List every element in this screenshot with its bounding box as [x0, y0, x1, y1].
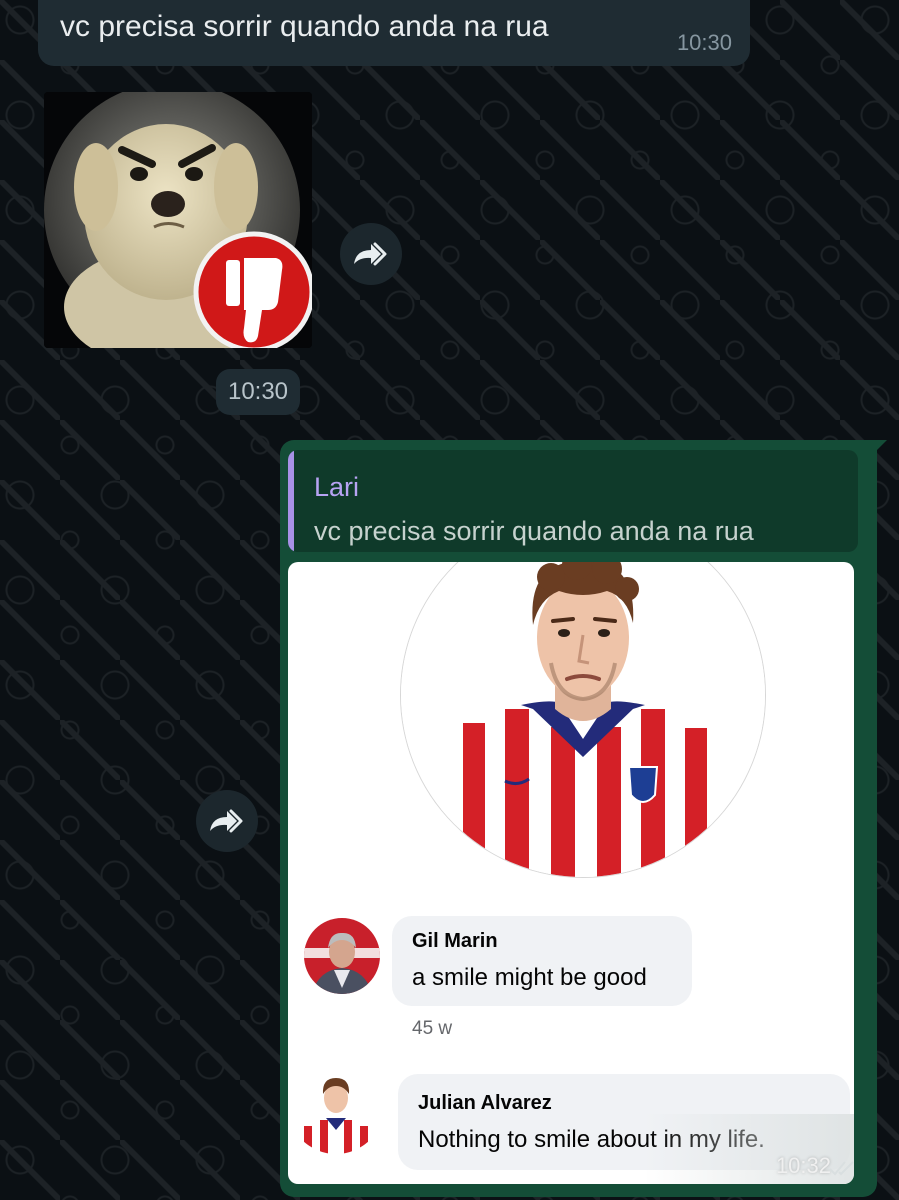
quoted-text: vc precisa sorrir quando anda na rua — [314, 516, 754, 546]
forward-icon — [354, 242, 387, 266]
bubble-tail — [875, 440, 887, 452]
outgoing-message-bubble[interactable]: Lari vc precisa sorrir quando anda na ru… — [280, 440, 887, 1197]
profile-picture — [400, 562, 766, 878]
quote-bar — [288, 450, 294, 552]
comment-age: 45 w — [412, 1018, 453, 1039]
comment-author[interactable]: Julian Alvarez — [418, 1092, 552, 1115]
message-text: vc precisa sorrir quando anda na rua — [60, 10, 549, 43]
commenter-avatar[interactable] — [288, 1058, 384, 1154]
angry-dog-sticker[interactable] — [44, 92, 312, 348]
message-time: 10:30 — [676, 30, 732, 55]
message-time: 10:32 — [775, 1153, 831, 1178]
avatar-image — [304, 918, 380, 994]
forward-button[interactable] — [196, 790, 258, 852]
player-photo — [401, 562, 765, 877]
angry-dog-sticker-image — [44, 92, 312, 348]
forward-icon — [210, 809, 243, 833]
comment-text: a smile might be good — [412, 964, 647, 991]
double-check-icon — [829, 1161, 854, 1176]
quoted-author: Lari — [314, 472, 360, 502]
incoming-message-bubble[interactable]: vc precisa sorrir quando anda na rua 10:… — [38, 0, 750, 66]
forward-button[interactable] — [340, 223, 402, 285]
comment-bubble[interactable]: Gil Marin a smile might be good — [392, 916, 692, 1006]
commenter-avatar[interactable] — [304, 918, 380, 994]
avatar-image — [288, 1058, 384, 1154]
sticker-time: 10:30 — [216, 369, 300, 415]
comment-author[interactable]: Gil Marin — [412, 930, 498, 953]
shared-screenshot-image[interactable]: Gil Marin a smile might be good 45 w Jul… — [288, 562, 854, 1184]
quoted-message[interactable]: Lari vc precisa sorrir quando anda na ru… — [288, 450, 858, 552]
